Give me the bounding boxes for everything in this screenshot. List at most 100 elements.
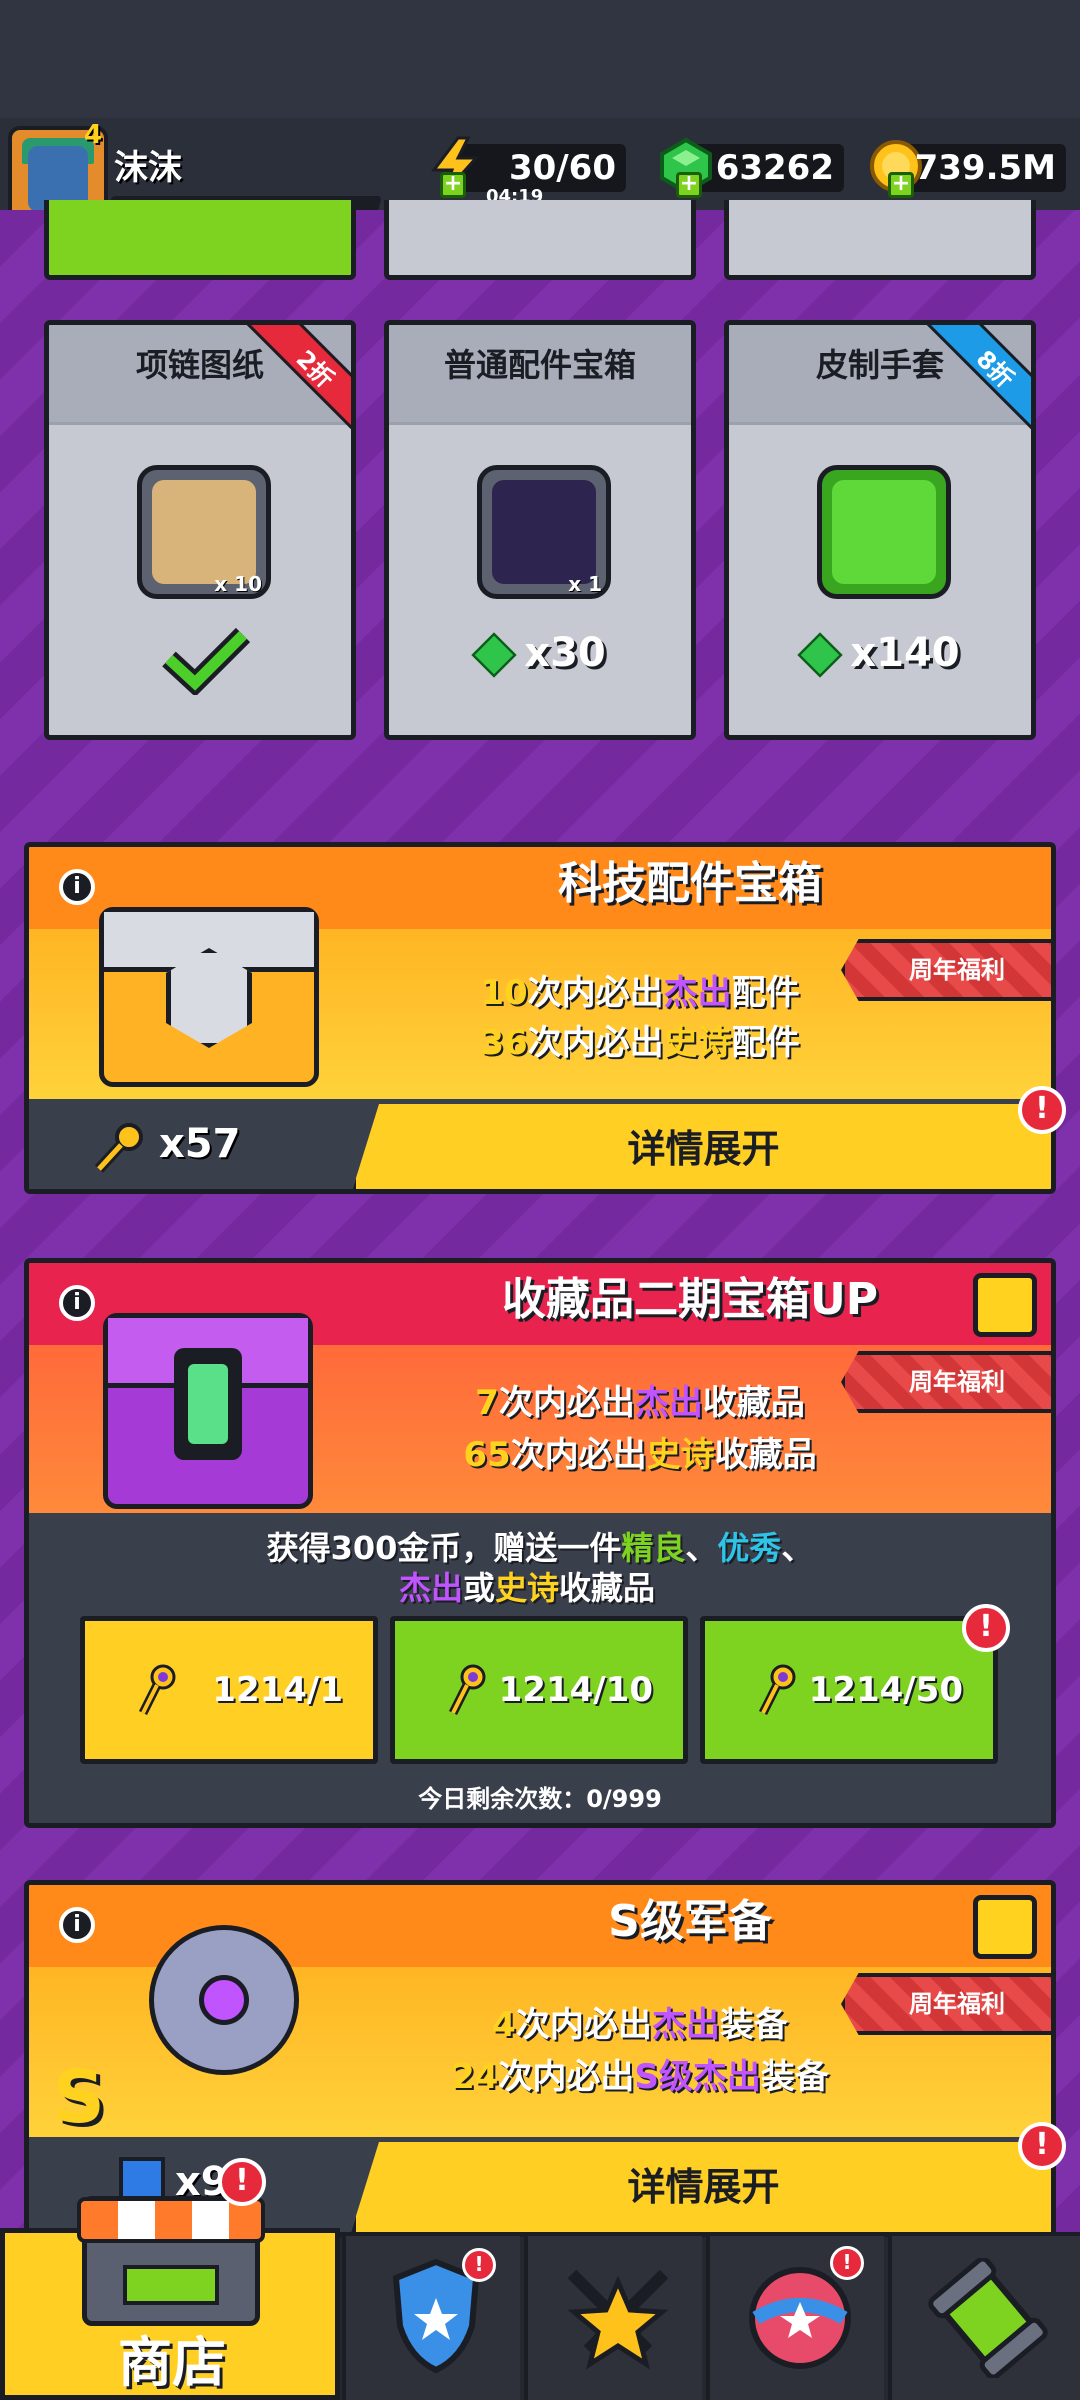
key-icon bbox=[758, 1664, 796, 1716]
add-energy-button[interactable]: + bbox=[440, 172, 466, 198]
gem-icon bbox=[797, 632, 843, 678]
shop-card-leather-gloves[interactable]: 皮制手套 8折 x140 bbox=[724, 320, 1036, 740]
chest-icon bbox=[492, 480, 596, 584]
rarity-fine: 精良 bbox=[621, 1529, 686, 1567]
rarity-outstanding: 杰出 bbox=[399, 1569, 464, 1607]
remaining-attempts: 今日剩余次数：0/999 bbox=[418, 1785, 662, 1813]
pity-item: 装备 bbox=[760, 2057, 829, 2097]
pity-count: 7 bbox=[475, 1383, 499, 1423]
item-frame: x 10 bbox=[137, 465, 271, 599]
pity-item: 收藏品 bbox=[702, 1383, 805, 1423]
pity-count: 65 bbox=[463, 1435, 511, 1475]
pity-text: 次内必出 bbox=[510, 1435, 647, 1475]
nav-tab-equipment[interactable]: ! bbox=[342, 2236, 520, 2400]
add-gold-button[interactable]: + bbox=[888, 172, 914, 198]
price: x140 bbox=[729, 630, 1031, 678]
key-icon bbox=[138, 1664, 176, 1716]
rarity-outstanding: 杰出 bbox=[663, 973, 732, 1013]
expand-details-button[interactable]: 详情展开 bbox=[351, 2142, 1051, 2232]
pity-item: 配件 bbox=[731, 973, 800, 1013]
guarantee-line-1: 4次内必出杰出装备 bbox=[29, 1997, 1051, 2046]
pity-text: 次内必出 bbox=[527, 1023, 664, 1063]
button-label: 1214/10 bbox=[498, 1670, 653, 1710]
item-frame: x 1 bbox=[477, 465, 611, 599]
card-title: 普通配件宝箱 bbox=[389, 325, 691, 425]
notification-dot: ! bbox=[830, 2246, 864, 2280]
info-icon[interactable]: i bbox=[59, 869, 95, 905]
button-label: 1214/1 bbox=[212, 1670, 343, 1710]
open-x10-button[interactable]: 1214/10 bbox=[390, 1616, 688, 1764]
pity-text: 次内必出 bbox=[498, 2057, 635, 2097]
notification-dot: ! bbox=[462, 2248, 496, 2282]
item-frame bbox=[817, 465, 951, 599]
energy-counter[interactable]: 30/60 bbox=[431, 136, 626, 195]
pity-count: 10 bbox=[480, 973, 528, 1013]
reward-description-2: 杰出或史诗收藏品 bbox=[399, 1563, 655, 1609]
previous-card-partial bbox=[44, 200, 356, 280]
nav-shop-label: 商店 bbox=[118, 2331, 226, 2394]
key-icon bbox=[94, 1123, 143, 1173]
rarity-outstanding: 杰出 bbox=[651, 2005, 720, 2045]
guarantee-line-1: 10次内必出杰出配件 bbox=[29, 965, 1051, 1014]
nav-tab-battle[interactable] bbox=[524, 2236, 702, 2400]
alert-badge: ! bbox=[1018, 1086, 1066, 1134]
rarity-epic: 史诗 bbox=[646, 1435, 715, 1475]
key-count: x57 bbox=[159, 1121, 241, 1167]
gem-icon bbox=[471, 632, 517, 678]
checkmark-icon bbox=[162, 627, 251, 695]
desc-sep: 、 bbox=[685, 1529, 718, 1567]
dna-capsule-icon bbox=[928, 2258, 1048, 2378]
guarantee-line-2: 36次内必出史诗配件 bbox=[29, 1015, 1051, 1064]
price: x30 bbox=[389, 630, 691, 678]
open-x50-button[interactable]: 1214/50 bbox=[700, 1616, 998, 1764]
pity-count: 24 bbox=[451, 2057, 499, 2097]
price-value: x30 bbox=[524, 630, 606, 676]
rarity-outstanding: 杰出 bbox=[634, 1383, 703, 1423]
previous-card-partial bbox=[384, 200, 696, 280]
rarity-epic: 史诗 bbox=[495, 1569, 560, 1607]
status-bar bbox=[0, 0, 1080, 125]
guarantee-line-2: 24次内必出S级杰出装备 bbox=[29, 2049, 1051, 2098]
pity-count: 36 bbox=[480, 1023, 528, 1063]
key-strip: x57 详情展开 bbox=[29, 1099, 1051, 1189]
rarity-s-outstanding: S级杰出 bbox=[634, 2057, 761, 2097]
rarity-excellent: 优秀 bbox=[717, 1529, 782, 1567]
shop-card-common-part-chest[interactable]: 普通配件宝箱 x 1 x30 bbox=[384, 320, 696, 740]
nav-tab-events[interactable]: ! bbox=[706, 2236, 884, 2400]
pity-text: 次内必出 bbox=[527, 973, 664, 1013]
item-quantity: x 10 bbox=[214, 572, 262, 596]
pity-text: 次内必出 bbox=[515, 2005, 652, 2045]
tech-part-chest-banner: 科技配件宝箱 i 周年福利 10次内必出杰出配件 36次内必出史诗配件 x57 … bbox=[24, 842, 1056, 1194]
pity-count: 4 bbox=[492, 2005, 516, 2045]
alert-badge: ! bbox=[962, 1604, 1010, 1652]
energy-value: 30/60 bbox=[508, 148, 616, 188]
star-swords-icon bbox=[567, 2269, 669, 2370]
calendar-icon[interactable] bbox=[973, 1895, 1037, 1959]
calendar-icon[interactable] bbox=[973, 1273, 1037, 1337]
item-quantity: x 1 bbox=[568, 572, 602, 596]
shop-card-necklace-blueprint[interactable]: 项链图纸 2折 x 10 bbox=[44, 320, 356, 740]
player-name: 沫沫 bbox=[114, 148, 182, 188]
player-level-badge: 4 bbox=[84, 120, 103, 150]
nav-tab-evolution[interactable] bbox=[888, 2236, 1080, 2400]
gem-counter[interactable]: 63262 bbox=[660, 137, 844, 195]
pity-item: 装备 bbox=[719, 2005, 788, 2045]
gold-counter[interactable]: 739.5M bbox=[870, 140, 1066, 192]
rarity-epic: 史诗 bbox=[663, 1023, 732, 1063]
gold-value: 739.5M bbox=[914, 148, 1056, 188]
alert-badge: ! bbox=[1018, 2122, 1066, 2170]
blueprint-icon bbox=[152, 480, 256, 584]
add-gems-button[interactable]: + bbox=[676, 172, 702, 198]
previous-card-partial bbox=[724, 200, 1036, 280]
info-icon[interactable]: i bbox=[59, 1285, 95, 1321]
open-x1-button[interactable]: 1214/1 bbox=[80, 1616, 378, 1764]
shop-icon bbox=[77, 2196, 265, 2326]
glove-icon bbox=[832, 480, 936, 584]
price-value: x140 bbox=[850, 630, 960, 676]
expand-details-button[interactable]: 详情展开 bbox=[351, 1104, 1051, 1189]
gem-value: 63262 bbox=[715, 148, 834, 188]
info-icon[interactable]: i bbox=[59, 1907, 95, 1943]
pity-item: 收藏品 bbox=[714, 1435, 817, 1475]
button-label: 1214/50 bbox=[808, 1670, 963, 1710]
desc-text: 或 bbox=[463, 1569, 496, 1607]
